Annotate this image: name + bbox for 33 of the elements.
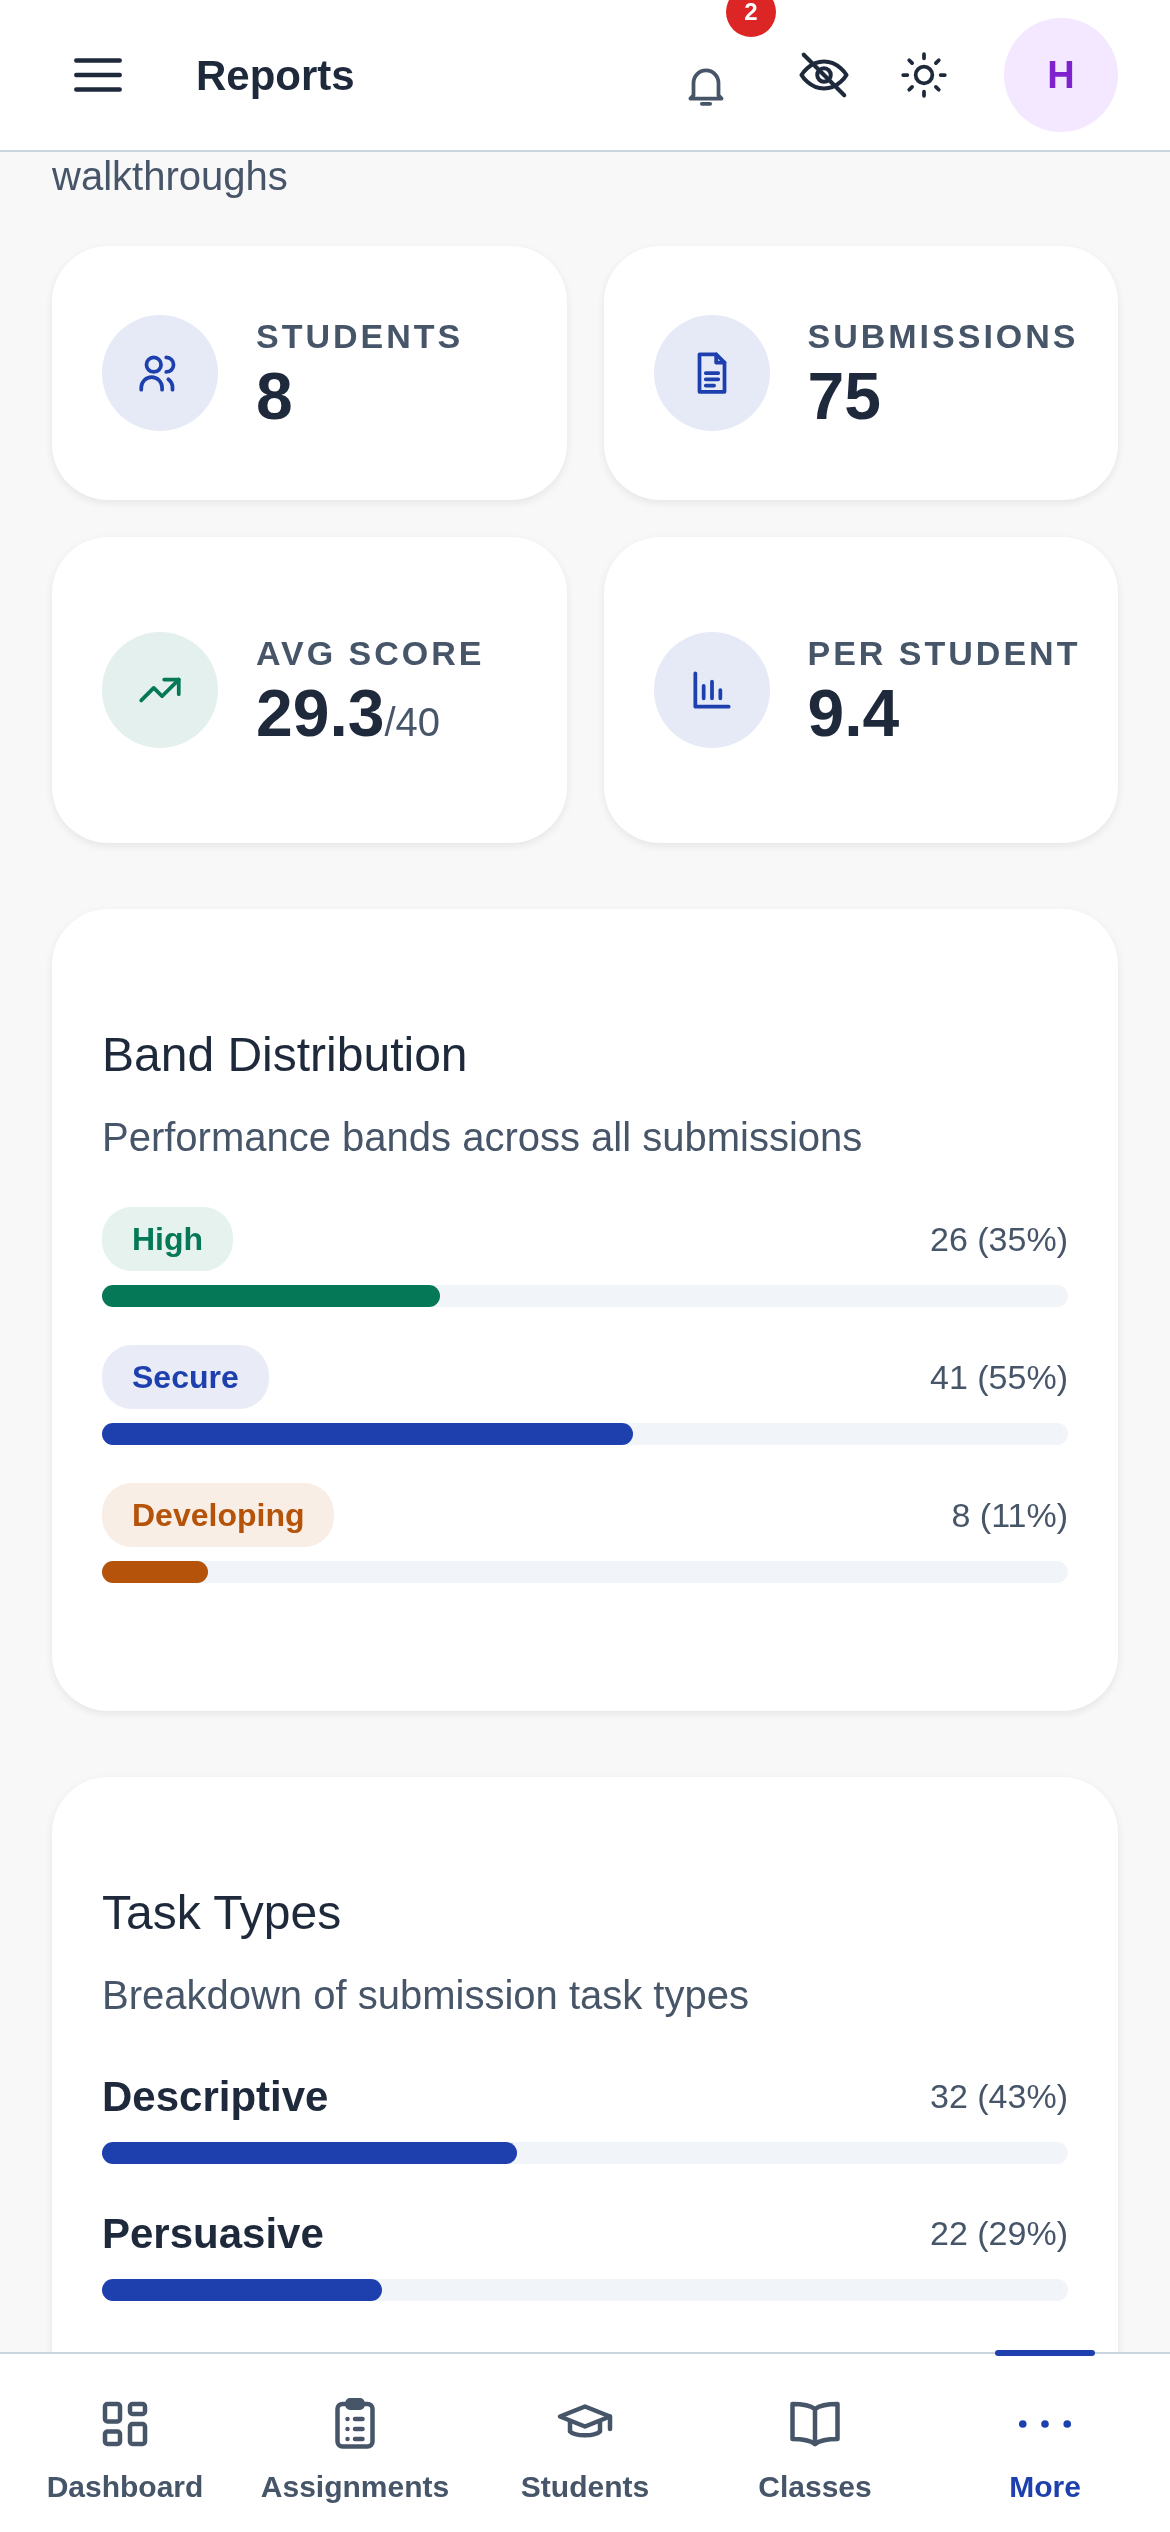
stat-label: PER STUDENT — [807, 632, 1081, 674]
task-label: Descriptive — [102, 2072, 329, 2122]
card-subtitle: Breakdown of submission task types — [102, 1972, 750, 2019]
avatar-button[interactable]: H — [1004, 18, 1118, 132]
task-label: Persuasive — [102, 2209, 324, 2259]
count-text: 26 (35%) — [930, 1218, 1068, 1260]
card-subtitle: Performance bands across all submissions — [102, 1114, 864, 1161]
stat-value: 29.3/40 — [256, 676, 442, 750]
nav-tab[interactable]: Dashboard — [10, 2354, 240, 2532]
band-tag: High — [102, 1207, 234, 1271]
stat-value: 75 — [807, 359, 882, 433]
card-title: Task Types — [102, 1885, 343, 1941]
sun-icon — [899, 50, 949, 100]
notification-badge: 2 — [726, 0, 776, 37]
stat-value: 9.4 — [807, 676, 901, 750]
nav-tab[interactable]: Students — [470, 2354, 700, 2532]
stat-label: STUDENTS — [256, 315, 464, 357]
card-title: Band Distribution — [102, 1027, 469, 1083]
stat-value: 8 — [256, 359, 294, 433]
band-tag: Secure — [102, 1345, 269, 1409]
count-text: 32 (43%) — [930, 2076, 1068, 2117]
nav-tab[interactable]: More — [930, 2354, 1160, 2532]
cut-off-text: walkthroughs — [52, 153, 289, 196]
nav-tab[interactable]: Assignments — [240, 2354, 470, 2532]
count-text: 8 (11%) — [951, 1494, 1068, 1536]
stat-label: AVG SCORE — [256, 632, 485, 674]
stat-label: SUBMISSIONS — [807, 315, 1079, 357]
nav-tab[interactable]: Classes — [700, 2354, 930, 2532]
page-title: Reports — [196, 50, 355, 101]
count-text: 41 (55%) — [930, 1356, 1068, 1398]
count-text: 22 (29%) — [930, 2213, 1068, 2254]
more-icon — [1018, 2417, 1072, 2431]
band-tag: Developing — [102, 1483, 335, 1547]
